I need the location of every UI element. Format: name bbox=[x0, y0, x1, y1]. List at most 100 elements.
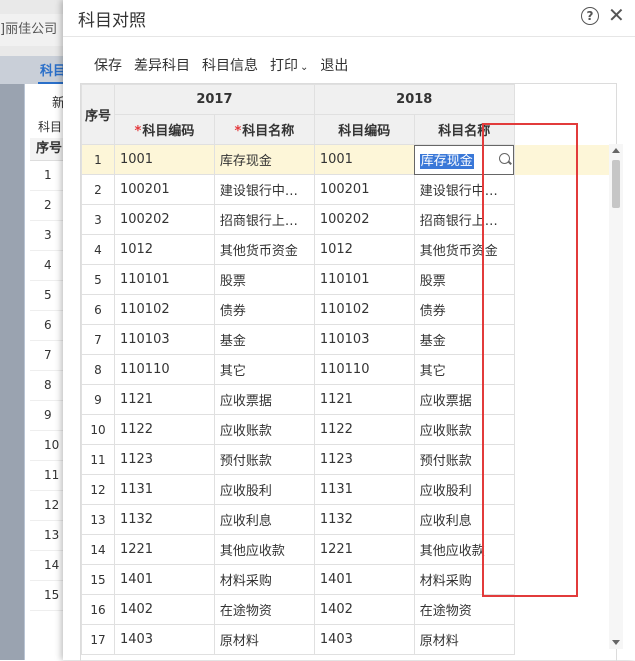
cell-code-2017[interactable]: 110110 bbox=[113, 354, 215, 385]
cell-code-2017[interactable]: 1012 bbox=[113, 234, 215, 265]
cell-seq: 12 bbox=[81, 474, 115, 505]
cell-code-2018[interactable]: 1123 bbox=[313, 444, 415, 475]
cell-code-2017[interactable]: 110103 bbox=[113, 324, 215, 355]
cell-name-2017[interactable]: 应收票据 bbox=[213, 384, 315, 415]
cell-code-2018[interactable]: 1001 bbox=[313, 144, 415, 175]
cell-code-2017[interactable]: 1401 bbox=[113, 564, 215, 595]
cell-seq: 2 bbox=[81, 174, 115, 205]
cell-name-2017[interactable]: 预付账款 bbox=[213, 444, 315, 475]
cell-name-2017[interactable]: 建设银行中… bbox=[213, 174, 315, 205]
header-seq: 序号 bbox=[81, 84, 115, 145]
row-spacer bbox=[514, 625, 616, 655]
chevron-down-icon: ⌄ bbox=[300, 62, 309, 73]
cell-name-2017[interactable]: 应收账款 bbox=[213, 414, 315, 445]
background-row-number: 14 bbox=[30, 551, 66, 581]
scroll-down-icon[interactable] bbox=[612, 640, 620, 645]
background-row-number: 15 bbox=[30, 581, 66, 611]
subject-info-button[interactable]: 科目信息 bbox=[202, 56, 258, 76]
cell-code-2018[interactable]: 100202 bbox=[313, 204, 415, 235]
dialog-title: 科目对照 bbox=[78, 11, 146, 31]
background-grid: 序号 1 2 3 4 5 6 7 8 9 10 11 12 13 14 15 bbox=[30, 138, 66, 611]
cell-code-2017[interactable]: 1221 bbox=[113, 534, 215, 565]
cell-seq: 3 bbox=[81, 204, 115, 235]
cell-code-2017[interactable]: 1403 bbox=[113, 624, 215, 655]
cell-code-2018[interactable]: 1221 bbox=[313, 534, 415, 565]
cell-seq: 10 bbox=[81, 414, 115, 445]
cell-name-2018[interactable]: 原材料 bbox=[413, 624, 515, 655]
save-button[interactable]: 保存 bbox=[94, 56, 122, 76]
print-button[interactable]: 打印 ⌄ bbox=[270, 56, 308, 76]
cell-code-2018[interactable]: 1012 bbox=[313, 234, 415, 265]
cell-seq: 7 bbox=[81, 324, 115, 355]
cell-name-2018[interactable]: 在途物资 bbox=[413, 594, 515, 625]
cell-code-2018[interactable]: 1403 bbox=[313, 624, 415, 655]
background-row-number: 11 bbox=[30, 461, 66, 491]
cell-code-2018[interactable]: 110103 bbox=[313, 324, 415, 355]
cell-code-2018[interactable]: 110101 bbox=[313, 264, 415, 295]
cell-name-2017[interactable]: 材料采购 bbox=[213, 564, 315, 595]
cell-name-2017[interactable]: 基金 bbox=[213, 324, 315, 355]
cell-code-2017[interactable]: 110101 bbox=[113, 264, 215, 295]
scroll-thumb[interactable] bbox=[612, 160, 620, 208]
help-icon[interactable]: ? bbox=[581, 7, 599, 25]
company-name: ]丽佳公司 bbox=[0, 14, 66, 46]
cell-seq: 5 bbox=[81, 264, 115, 295]
cell-code-2017[interactable]: 1402 bbox=[113, 594, 215, 625]
background-row-number: 6 bbox=[30, 311, 66, 341]
cell-code-2017[interactable]: 100202 bbox=[113, 204, 215, 235]
cell-name-2017[interactable]: 在途物资 bbox=[213, 594, 315, 625]
cell-seq: 8 bbox=[81, 354, 115, 385]
cell-name-2017[interactable]: 应收股利 bbox=[213, 474, 315, 505]
cell-code-2018[interactable]: 1122 bbox=[313, 414, 415, 445]
cell-code-2018[interactable]: 110102 bbox=[313, 294, 415, 325]
diff-subjects-button[interactable]: 差异科目 bbox=[134, 56, 190, 76]
cell-code-2017[interactable]: 1132 bbox=[113, 504, 215, 535]
cell-name-2017[interactable]: 其它 bbox=[213, 354, 315, 385]
exit-button[interactable]: 退出 bbox=[320, 56, 348, 76]
cell-code-2018[interactable]: 1121 bbox=[313, 384, 415, 415]
cell-name-2017[interactable]: 原材料 bbox=[213, 624, 315, 655]
cell-code-2017[interactable]: 1121 bbox=[113, 384, 215, 415]
required-mark: * bbox=[134, 124, 142, 139]
cell-name-2017[interactable]: 其他应收款 bbox=[213, 534, 315, 565]
toolbar: 保存 差异科目 科目信息 打印 ⌄ 退出 bbox=[94, 56, 360, 76]
cell-code-2018[interactable]: 110110 bbox=[313, 354, 415, 385]
cell-code-2017[interactable]: 100201 bbox=[113, 174, 215, 205]
print-label: 打印 bbox=[270, 58, 298, 74]
background-row-number: 10 bbox=[30, 431, 66, 461]
title-divider bbox=[63, 36, 635, 37]
cell-name-2017[interactable]: 招商银行上… bbox=[213, 204, 315, 235]
cell-seq: 6 bbox=[81, 294, 115, 325]
table-row[interactable]: 17 1403 原材料 1403 原材料 bbox=[81, 624, 617, 655]
cell-seq: 14 bbox=[81, 534, 115, 565]
cell-code-2017[interactable]: 1131 bbox=[113, 474, 215, 505]
cell-code-2017[interactable]: 1122 bbox=[113, 414, 215, 445]
cell-name-2017[interactable]: 债券 bbox=[213, 294, 315, 325]
cell-name-2017[interactable]: 应收利息 bbox=[213, 504, 315, 535]
close-icon[interactable]: ✕ bbox=[608, 3, 625, 27]
header-code-2018: 科目编码 bbox=[313, 114, 415, 145]
cell-name-2017[interactable]: 股票 bbox=[213, 264, 315, 295]
cell-seq: 4 bbox=[81, 234, 115, 265]
subject-mapping-dialog: 科目对照 ? ✕ 保存 差异科目 科目信息 打印 ⌄ 退出 序号 2017 201… bbox=[63, 0, 635, 661]
cell-code-2018[interactable]: 100201 bbox=[313, 174, 415, 205]
header-year-2017: 2017 bbox=[113, 84, 315, 115]
background-row-number: 12 bbox=[30, 491, 66, 521]
cell-name-2017[interactable]: 其他货币资金 bbox=[213, 234, 315, 265]
cell-code-2018[interactable]: 1131 bbox=[313, 474, 415, 505]
cell-code-2018[interactable]: 1402 bbox=[313, 594, 415, 625]
background-row-number: 7 bbox=[30, 341, 66, 371]
selected-text: 库存现金 bbox=[419, 154, 474, 169]
cell-seq: 11 bbox=[81, 444, 115, 475]
cell-code-2018[interactable]: 1132 bbox=[313, 504, 415, 535]
cell-code-2018[interactable]: 1401 bbox=[313, 564, 415, 595]
cell-code-2017[interactable]: 110102 bbox=[113, 294, 215, 325]
scroll-up-icon[interactable] bbox=[612, 148, 620, 153]
cell-seq: 1 bbox=[81, 144, 115, 175]
background-grid-header: 序号 bbox=[30, 138, 66, 161]
cell-name-2017[interactable]: 库存现金 bbox=[213, 144, 315, 175]
cell-code-2017[interactable]: 1123 bbox=[113, 444, 215, 475]
vertical-scrollbar[interactable] bbox=[609, 144, 623, 649]
table-row[interactable]: 16 1402 在途物资 1402 在途物资 bbox=[81, 594, 617, 625]
cell-code-2017[interactable]: 1001 bbox=[113, 144, 215, 175]
